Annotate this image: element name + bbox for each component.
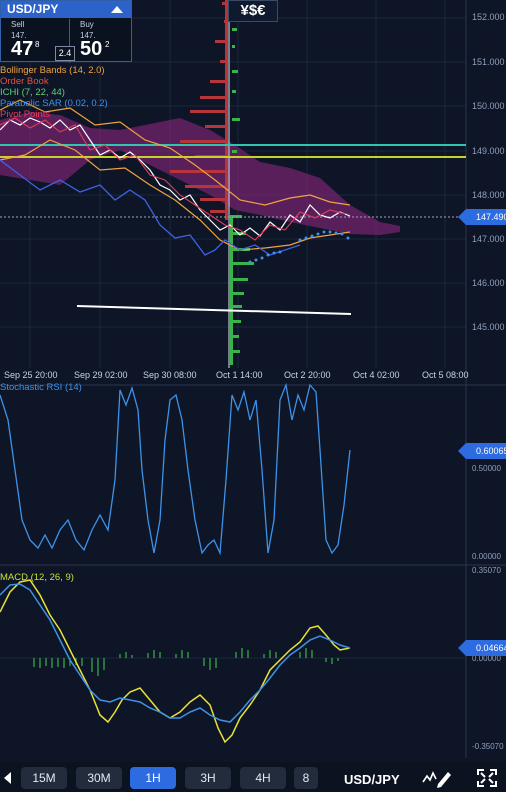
chart-canvas[interactable] (0, 0, 506, 792)
indicator-order-book[interactable]: Order Book (0, 76, 49, 87)
fx-button-label: ¥$€ (240, 2, 266, 19)
stoch-current-tag: 0.60065 (458, 443, 506, 459)
order-book-sell (170, 0, 228, 220)
fx-currency-icon[interactable]: ¥$€ (228, 0, 278, 22)
price-axis-label: 151.000 (472, 57, 505, 67)
timeframe-3h[interactable]: 3H (185, 767, 231, 789)
indicator-pivot-points[interactable]: Pivot Points (0, 109, 50, 120)
date-axis-label: Sep 30 08:00 (143, 370, 197, 380)
buy-pip: 2 (105, 40, 110, 49)
date-axis-label: Oct 5 08:00 (422, 370, 469, 380)
buy-label: Buy (80, 20, 94, 29)
ticker-symbol: USD/JPY (7, 2, 59, 16)
macd-current-value: 0.04664 (476, 643, 506, 653)
ticker-header[interactable]: USD/JPY (1, 1, 131, 18)
scroll-left-icon[interactable] (4, 772, 11, 784)
symbol-selector[interactable]: USD/JPY (344, 772, 400, 787)
macd-histogram (33, 648, 339, 676)
macd-title[interactable]: MACD (12, 26, 9) (0, 572, 74, 583)
price-axis-label: 152.000 (472, 12, 505, 22)
macd-current-tag: 0.04664 (458, 640, 506, 656)
price-axis-label: 149.000 (472, 146, 505, 156)
fullscreen-icon[interactable] (476, 768, 498, 788)
date-axis-label: Sep 25 20:00 (4, 370, 58, 380)
date-axis-label: Oct 2 20:00 (284, 370, 331, 380)
date-axis-label: Sep 29 02:00 (74, 370, 128, 380)
sell-pip: 8 (35, 40, 40, 49)
spread-value: 2.4 (55, 46, 75, 61)
price-axis-label: 148.000 (472, 190, 505, 200)
current-price-value: 147.490 (476, 212, 506, 222)
timeframe-30m[interactable]: 30M (76, 767, 122, 789)
date-axis-label: Oct 1 14:00 (216, 370, 263, 380)
sell-big-digits: 47 (11, 38, 34, 60)
macd-axis-label: -0.35070 (472, 742, 504, 751)
macd-axis-label: 0.35070 (472, 566, 501, 575)
price-axis-label: 150.000 (472, 101, 505, 111)
timeframe-4h[interactable]: 4H (240, 767, 286, 789)
ticker-panel[interactable]: USD/JPY Sell 147. 47 8 Buy 147. 50 2 2.4 (0, 0, 133, 63)
timeframe-1h[interactable]: 1H (130, 767, 176, 789)
drawing-tools-icon[interactable] (422, 768, 452, 788)
timeframe-8h[interactable]: 8 (294, 767, 318, 789)
stoch-axis-label: 0.00000 (472, 552, 501, 561)
bottom-toolbar: 15M 30M 1H 3H 4H 8 USD/JPY (0, 762, 506, 792)
indicator-parabolic-sar[interactable]: Parabolic SAR (0.02, 0.2) (0, 98, 108, 109)
macd-signal-line (0, 583, 351, 723)
stoch-rsi-title[interactable]: Stochastic RSI (14) (0, 382, 82, 393)
price-axis-label: 146.000 (472, 278, 505, 288)
stoch-axis-label: 0.50000 (472, 464, 501, 473)
price-axis-label: 145.000 (472, 322, 505, 332)
current-price-tag: 147.490 (458, 209, 506, 225)
sar-dots (248, 230, 350, 264)
drawn-trend-line (76, 305, 352, 315)
sell-label: Sell (11, 20, 25, 29)
buy-big-digits: 50 (80, 38, 103, 60)
buy-quote[interactable]: Buy 147. 50 2 (69, 19, 133, 63)
date-axis-label: Oct 4 02:00 (353, 370, 400, 380)
indicator-bollinger[interactable]: Bollinger Bands (14, 2.0) (0, 65, 105, 76)
stoch-rsi-line (0, 382, 351, 556)
timeframe-15m[interactable]: 15M (21, 767, 67, 789)
stoch-current-value: 0.60065 (476, 446, 506, 456)
indicator-ichimoku[interactable]: ICHI (7, 22, 44) (0, 87, 65, 98)
price-axis-label: 147.000 (472, 234, 505, 244)
collapse-caret-icon[interactable] (111, 6, 123, 13)
